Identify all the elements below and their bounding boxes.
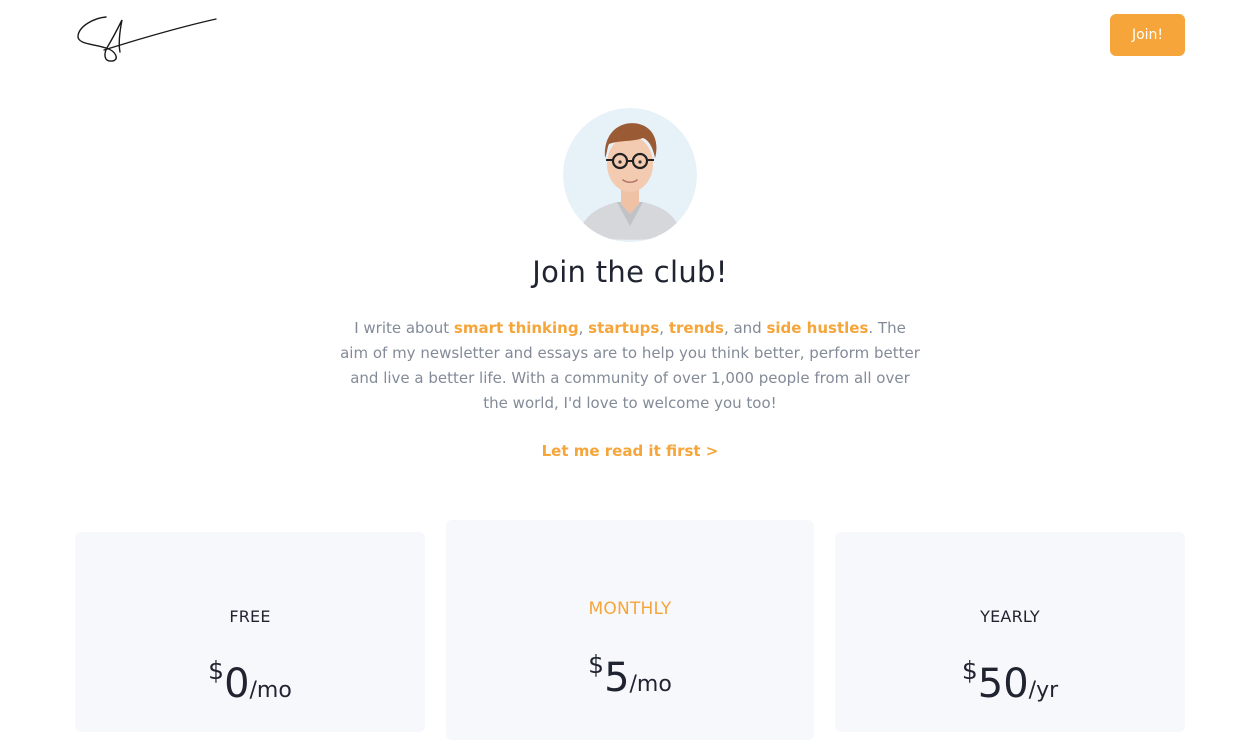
plan-price: $50/yr: [835, 656, 1185, 706]
topic-separator: , and: [723, 319, 767, 337]
plan-card-monthly[interactable]: MONTHLY $5/mo: [446, 520, 814, 740]
price-period: /yr: [1028, 678, 1059, 703]
hero-section: Join the club! I write about smart think…: [0, 108, 1260, 460]
plan-name: MONTHLY: [588, 599, 672, 619]
author-avatar-icon: [563, 108, 697, 242]
plan-name: FREE: [229, 607, 271, 626]
plan-card-yearly[interactable]: YEARLY $50/yr: [835, 532, 1185, 732]
topic-startups: startups: [588, 319, 660, 337]
topic-separator: ,: [578, 319, 589, 337]
topic-smart-thinking: smart thinking: [453, 319, 579, 337]
topic-side-hustles: side hustles: [766, 319, 869, 337]
price-period: /mo: [629, 672, 672, 697]
page-title: Join the club!: [532, 255, 728, 289]
topic-trends: trends: [668, 319, 724, 337]
price-amount: 0: [224, 661, 250, 707]
price-amount: 5: [604, 655, 630, 701]
plan-price: $0/mo: [75, 656, 425, 706]
price-period: /mo: [249, 678, 292, 703]
plan-price: $5/mo: [446, 650, 814, 700]
intro-paragraph: I write about smart thinking, startups , …: [340, 316, 920, 416]
price-amount: 50: [977, 661, 1029, 707]
price-currency: $: [208, 656, 225, 685]
join-button[interactable]: Join!: [1110, 14, 1185, 56]
price-currency: $: [961, 656, 978, 685]
read-first-link[interactable]: Let me read it first >: [542, 442, 719, 460]
plan-card-free[interactable]: FREE $0/mo: [75, 532, 425, 732]
price-currency: $: [588, 650, 605, 679]
signature-logo-icon[interactable]: [76, 14, 218, 64]
topic-separator: ,: [659, 319, 669, 337]
intro-text: I write about: [354, 319, 454, 337]
plan-name: YEARLY: [980, 607, 1040, 626]
top-bar: Join!: [0, 0, 1260, 70]
